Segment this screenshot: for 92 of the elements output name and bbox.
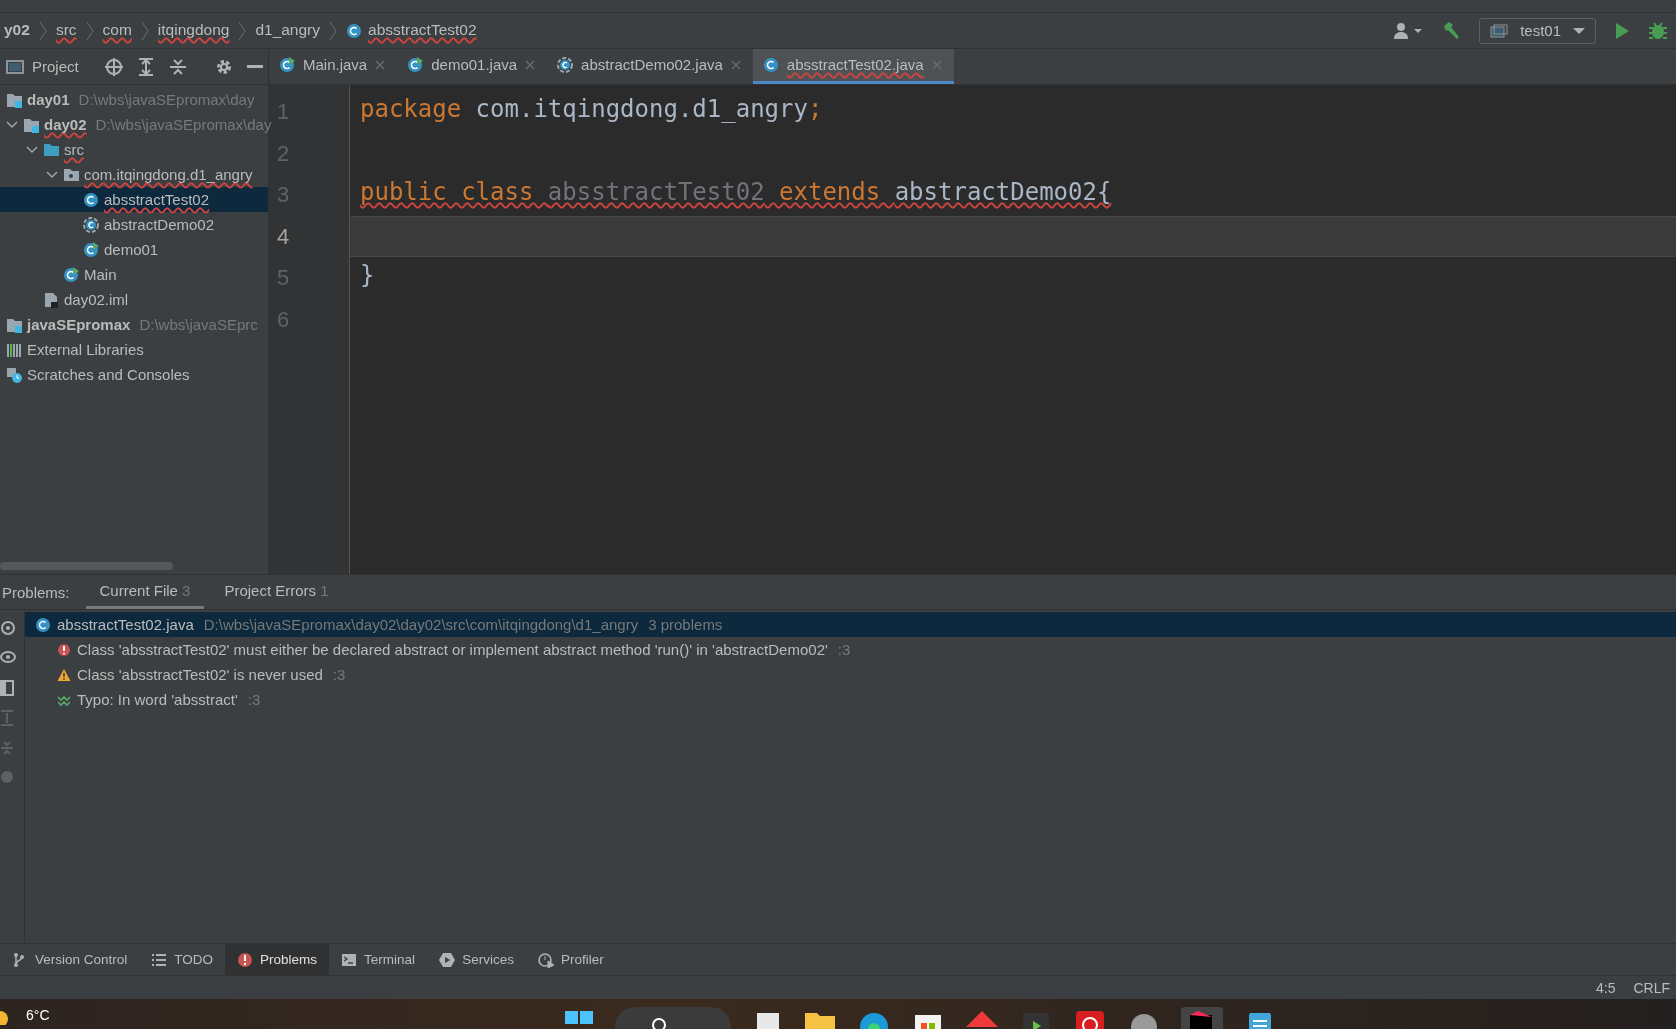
tree-item[interactable]: src	[0, 137, 268, 162]
chevron-icon[interactable]	[26, 143, 38, 156]
caret-icon	[1573, 26, 1585, 35]
chevron-icon[interactable]	[46, 168, 58, 181]
module-folder-icon	[23, 116, 39, 133]
code-line: package com.itqingdong.d1_angry;	[360, 94, 823, 125]
chevron-icon	[328, 20, 339, 41]
chevron-icon	[139, 20, 150, 41]
minimize-icon[interactable]	[246, 64, 263, 69]
problems-tab[interactable]: Project Errors 1	[210, 575, 343, 609]
breadcrumb[interactable]: com	[100, 17, 134, 44]
preview-icon[interactable]	[0, 680, 14, 696]
module-folder-icon	[6, 316, 22, 333]
breadcrumb[interactable]: y02	[2, 17, 32, 44]
scrollbar[interactable]	[0, 562, 173, 570]
tree-item[interactable]: abstractDemo02	[0, 212, 268, 237]
collapse-all-icon[interactable]	[168, 57, 187, 76]
chevron-icon[interactable]	[6, 118, 18, 131]
runnable-class-icon	[63, 266, 79, 283]
runnable-class-icon	[83, 241, 99, 258]
breadcrumb[interactable]: src	[53, 17, 79, 44]
eye-icon[interactable]	[0, 650, 18, 666]
module-folder-icon	[6, 91, 22, 108]
scratch-clock-icon	[6, 366, 22, 383]
tree-item[interactable]: day01 D:\wbs\javaSEpromax\day	[0, 87, 268, 112]
editor-tab[interactable]: demo01.java	[397, 49, 548, 84]
refresh-icon[interactable]	[0, 620, 16, 636]
libraries-icon	[6, 341, 22, 358]
problem-item[interactable]: Typo: In word 'absstract' :3	[25, 687, 1676, 712]
caret-position[interactable]: 4:5	[1595, 979, 1616, 996]
hammer-icon[interactable]	[1441, 20, 1462, 41]
list-icon	[151, 951, 168, 968]
error-icon	[237, 951, 254, 968]
settings-icon[interactable]	[214, 57, 233, 76]
runnable-class-icon	[279, 57, 295, 73]
chevron-icon	[37, 20, 48, 41]
file-icon	[43, 291, 59, 308]
services-icon	[439, 951, 456, 968]
project-tool-window-button[interactable]: Project	[6, 58, 79, 75]
chevron-icon	[84, 20, 95, 41]
debug-icon[interactable]	[1648, 20, 1668, 41]
abstract-class-icon	[83, 216, 99, 233]
window-icon	[1490, 23, 1509, 38]
tool-window-button[interactable]: Version Control	[0, 944, 140, 975]
project-icon	[6, 58, 24, 75]
tree-item[interactable]: com.itqingdong.d1_angry	[0, 162, 268, 187]
tree-item[interactable]: Main	[0, 262, 268, 287]
tree-item[interactable]: day02.iml	[0, 287, 268, 312]
problem-item[interactable]: Class 'absstractTest02' is never used :3	[25, 662, 1676, 687]
problem-file-row[interactable]: absstractTest02.java D:\wbs\javaSEpromax\day02\day02\src\com\itqingdong\d1_angry 3 problems	[25, 612, 1676, 637]
breadcrumb[interactable]: absstractTest02	[344, 17, 479, 44]
profiler-icon	[537, 951, 554, 968]
run-icon[interactable]	[1614, 21, 1630, 40]
tree-item[interactable]: absstractTest02	[0, 187, 268, 212]
editor-tab[interactable]: absstractTest02.java	[752, 49, 954, 84]
class-icon	[35, 616, 51, 633]
code-line: }	[360, 260, 375, 291]
expand-all-icon[interactable]	[136, 57, 155, 76]
package-icon	[63, 166, 79, 183]
abstract-class-icon	[557, 57, 574, 73]
error-icon	[57, 642, 71, 657]
code-line: public class absstractTest02 extends abstractDemo02{	[360, 177, 1112, 208]
line-separator[interactable]: CRLF	[1633, 979, 1670, 996]
warning-icon	[57, 667, 71, 682]
tool-window-button[interactable]: Services	[427, 944, 526, 975]
tree-item[interactable]: Scratches and Consoles	[0, 362, 268, 387]
chevron-icon	[237, 20, 248, 41]
tree-item[interactable]: demo01	[0, 237, 268, 262]
problems-label: Problems:	[2, 582, 70, 603]
user-icon[interactable]	[1393, 21, 1424, 40]
tool-window-button[interactable]: Profiler	[525, 944, 616, 975]
tree-item[interactable]: javaSEpromax D:\wbs\javaSEprc	[0, 312, 268, 337]
tree-item[interactable]: External Libraries	[0, 337, 268, 362]
editor-tab[interactable]: Main.java	[269, 49, 398, 84]
target-icon[interactable]	[104, 57, 123, 76]
problem-item[interactable]: Class 'absstractTest02' must either be declared abstract or implement abstract method 'run()' in 'abstractDemo02' :3	[25, 637, 1676, 662]
tool-window-button[interactable]: TODO	[139, 944, 226, 975]
line-number: 4	[277, 222, 291, 251]
breadcrumb[interactable]: itqingdong	[155, 17, 232, 44]
breadcrumb[interactable]: d1_angry	[253, 17, 323, 44]
run-configuration-dropdown[interactable]: test01	[1479, 17, 1596, 44]
runnable-class-icon	[407, 57, 424, 73]
tool-window-button[interactable]: Problems	[225, 944, 330, 975]
tool-window-button[interactable]: Terminal	[329, 944, 428, 975]
problems-tab[interactable]: Current File 3	[85, 575, 205, 609]
temperature: 6°C	[26, 1007, 50, 1023]
class-icon	[762, 57, 779, 73]
terminal-icon	[341, 951, 358, 968]
class-icon	[83, 191, 99, 208]
folder-icon	[43, 141, 59, 158]
editor-tab[interactable]: abstractDemo02.java	[547, 49, 753, 84]
class-icon	[346, 22, 363, 39]
